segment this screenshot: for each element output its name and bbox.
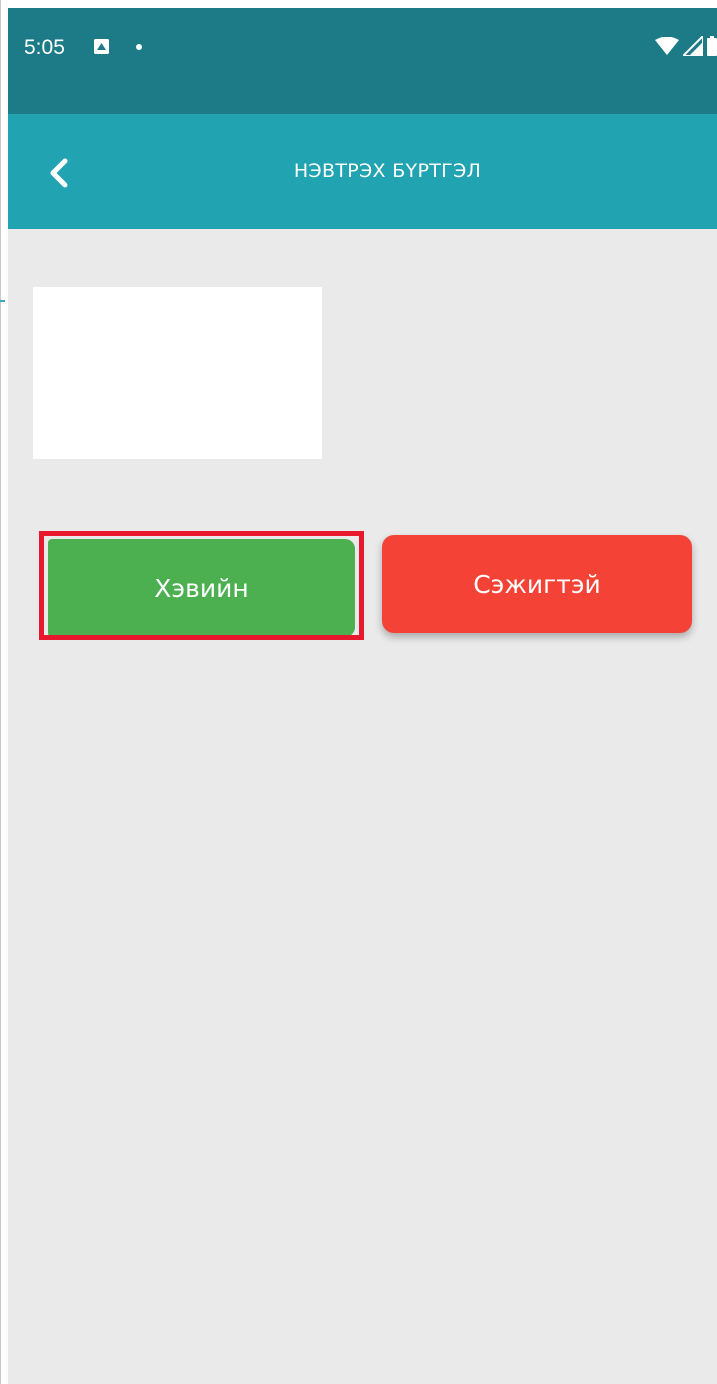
status-bar: 5:05 bbox=[8, 8, 717, 114]
dot-icon bbox=[136, 44, 142, 50]
page-title: НЭВТРЭХ БҮРТГЭЛ bbox=[293, 160, 482, 182]
screenshot-frame: 5:05 НЭВТРЭХ БҮРТГЭЛ Хэвийн Сэжигтэй bbox=[0, 0, 717, 1384]
image-placeholder bbox=[33, 287, 322, 459]
battery-icon bbox=[707, 36, 717, 56]
status-time: 5:05 bbox=[24, 36, 65, 59]
phone-screen: 5:05 НЭВТРЭХ БҮРТГЭЛ Хэвийн Сэжигтэй bbox=[8, 8, 717, 1384]
normal-button-label: Хэвийн bbox=[154, 573, 249, 603]
normal-button[interactable]: Хэвийн bbox=[48, 539, 355, 637]
status-icons bbox=[655, 36, 717, 56]
wifi-icon bbox=[655, 37, 679, 55]
left-edge-mark bbox=[0, 300, 5, 302]
notification-icon bbox=[94, 39, 109, 54]
left-edge-line bbox=[0, 0, 1, 1384]
signal-icon bbox=[683, 36, 703, 56]
suspicious-button-label: Сэжигтэй bbox=[473, 569, 601, 599]
suspicious-button[interactable]: Сэжигтэй bbox=[382, 535, 692, 633]
app-bar: НЭВТРЭХ БҮРТГЭЛ bbox=[8, 114, 717, 229]
